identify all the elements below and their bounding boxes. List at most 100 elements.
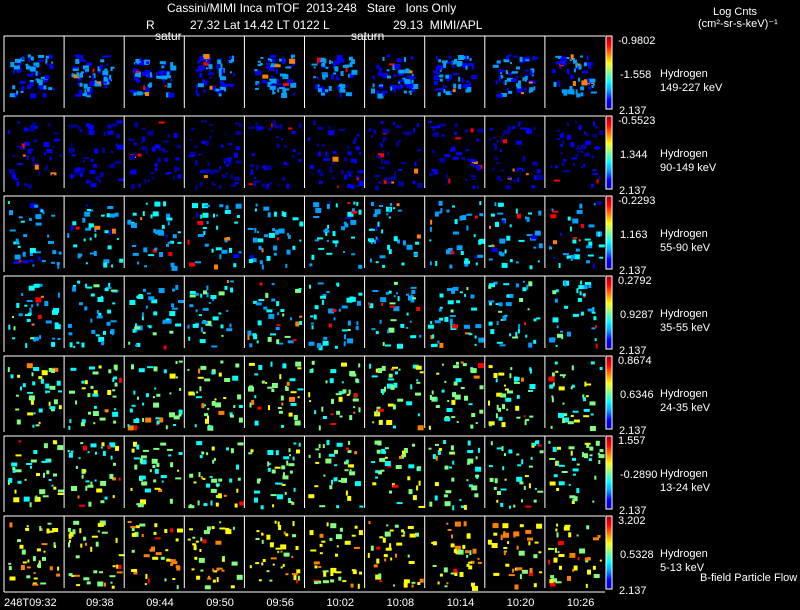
pixel xyxy=(94,225,101,230)
pixel xyxy=(144,60,147,65)
pixel xyxy=(254,497,258,503)
pixel xyxy=(266,183,270,187)
pixel xyxy=(265,165,272,171)
pixel xyxy=(259,282,263,286)
pixel xyxy=(396,58,403,63)
pixel xyxy=(439,342,444,348)
pixel xyxy=(198,368,201,374)
pixel xyxy=(107,130,114,135)
pixel xyxy=(506,408,509,411)
pixel xyxy=(163,369,167,374)
pixel xyxy=(567,122,569,127)
pixel xyxy=(257,83,260,87)
pixel xyxy=(137,396,139,400)
pixel xyxy=(591,183,594,188)
pixel xyxy=(142,418,145,422)
pixel xyxy=(35,214,42,220)
pixel xyxy=(390,176,397,181)
pixel xyxy=(200,120,207,123)
pixel xyxy=(272,504,275,508)
pixel xyxy=(389,543,392,549)
pixel xyxy=(20,91,24,93)
pixel xyxy=(435,455,438,461)
pixel xyxy=(381,303,383,306)
pixel xyxy=(228,143,233,146)
pixel xyxy=(468,561,473,564)
pixel xyxy=(57,566,60,571)
pixel xyxy=(45,390,48,394)
pixel xyxy=(30,337,35,340)
pixel xyxy=(397,73,404,76)
pixel xyxy=(37,256,41,261)
pixel xyxy=(93,284,100,288)
pixel xyxy=(38,55,45,58)
pixel xyxy=(372,482,377,486)
pixel xyxy=(277,88,280,93)
pixel xyxy=(288,412,293,417)
pixel xyxy=(328,323,332,328)
pixel xyxy=(373,213,378,217)
pixel xyxy=(154,163,158,168)
pixel xyxy=(410,384,413,390)
pixel xyxy=(13,326,16,331)
pixel xyxy=(384,72,389,76)
pixel xyxy=(475,262,478,266)
pixel xyxy=(538,210,542,216)
pixel xyxy=(22,251,26,257)
pixel xyxy=(39,335,42,340)
pixel xyxy=(387,244,391,250)
saturn-marker: saturn xyxy=(351,29,385,43)
pixel xyxy=(390,368,394,371)
pixel xyxy=(433,75,438,81)
pixel xyxy=(419,578,424,583)
pixel xyxy=(512,568,515,573)
pixel xyxy=(204,140,209,146)
pixel xyxy=(379,255,386,259)
pixel xyxy=(394,170,397,176)
pixel xyxy=(350,583,354,588)
pixel xyxy=(17,245,21,248)
pixel xyxy=(563,56,567,62)
pixel xyxy=(438,59,442,63)
pixel xyxy=(533,499,537,503)
pixel xyxy=(429,239,432,242)
pixel xyxy=(226,328,233,332)
pixel xyxy=(40,582,47,585)
pixel xyxy=(70,225,74,231)
pixel xyxy=(94,233,97,238)
pixel xyxy=(277,237,279,241)
pixel xyxy=(382,128,389,134)
pixel xyxy=(57,445,64,451)
pixel xyxy=(171,307,178,310)
pixel xyxy=(90,546,93,552)
pixel xyxy=(473,375,480,379)
pixel xyxy=(234,182,239,185)
pixel xyxy=(414,161,417,167)
pixel xyxy=(432,334,435,339)
pixel xyxy=(112,389,116,392)
pixel xyxy=(530,390,533,392)
pixel xyxy=(374,174,381,177)
pixel xyxy=(28,184,32,189)
pixel xyxy=(175,538,179,542)
pixel xyxy=(166,243,169,247)
pixel xyxy=(102,450,106,456)
pixel xyxy=(98,336,105,342)
pixel xyxy=(188,336,191,341)
pixel xyxy=(204,378,211,382)
pixel xyxy=(237,394,242,400)
pixel xyxy=(416,182,423,188)
pixel xyxy=(33,412,36,415)
pixel xyxy=(270,58,273,62)
pixel xyxy=(133,142,137,146)
pixel xyxy=(81,380,85,384)
pixel xyxy=(595,343,598,349)
pixel xyxy=(90,385,94,389)
pixel xyxy=(28,57,31,63)
pixel xyxy=(107,245,112,250)
pixel xyxy=(575,248,580,252)
pixel xyxy=(488,365,493,369)
pixel xyxy=(85,542,87,546)
pixel xyxy=(379,67,383,72)
pixel xyxy=(552,446,557,452)
